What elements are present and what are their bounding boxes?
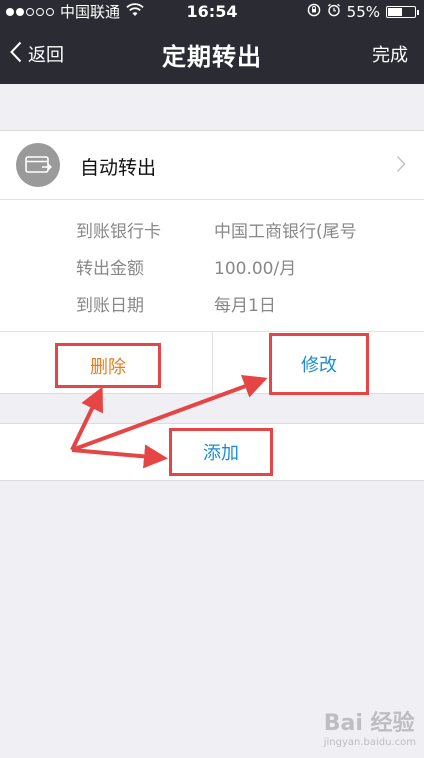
- detail-row-date: 到账日期 每月1日: [0, 283, 424, 319]
- chevron-right-icon: [396, 155, 406, 177]
- transfer-icon: [16, 143, 60, 187]
- watermark-url: jingyan.baidu.com: [323, 737, 416, 748]
- auto-transfer-title: 自动转出: [80, 157, 157, 179]
- top-bar: 中国联通 16:54 55% 返回 定期转出 完成: [0, 0, 424, 84]
- status-bar: 中国联通 16:54 55%: [0, 0, 424, 24]
- baidu-watermark: Bai 经验 jingyan.baidu.com: [324, 705, 416, 748]
- status-right: 55%: [307, 0, 419, 24]
- detail-value: 每月1日: [214, 296, 276, 316]
- detail-label: 到账银行卡: [76, 222, 161, 242]
- detail-value: 中国工商银行(尾号: [214, 222, 357, 242]
- detail-label: 到账日期: [76, 296, 144, 316]
- battery-percent: 55%: [346, 3, 380, 21]
- battery-level: [388, 8, 402, 16]
- transfer-actions: 删除 修改: [0, 331, 424, 395]
- delete-button[interactable]: 删除: [55, 343, 161, 388]
- add-button[interactable]: 添加: [169, 428, 273, 476]
- action-divider: [212, 332, 213, 395]
- alarm-icon: [327, 0, 341, 24]
- page-title: 定期转出: [162, 43, 262, 71]
- transfer-card: 自动转出 到账银行卡 中国工商银行(尾号 转出金额 100.00/月 到账日期 …: [0, 130, 424, 395]
- battery-icon: [386, 6, 419, 18]
- screen: 中国联通 16:54 55% 返回 定期转出 完成 自动转出 到账银行卡 中国工…: [0, 0, 424, 758]
- done-button[interactable]: 完成: [372, 41, 408, 67]
- auto-transfer-header[interactable]: 自动转出: [0, 131, 424, 200]
- modify-button[interactable]: 修改: [269, 333, 369, 395]
- detail-row-amount: 转出金额 100.00/月: [0, 246, 424, 282]
- transfer-details: 到账银行卡 中国工商银行(尾号 转出金额 100.00/月 到账日期 每月1日: [0, 199, 424, 331]
- detail-row-bank-card: 到账银行卡 中国工商银行(尾号: [0, 209, 424, 245]
- detail-value: 100.00/月: [214, 259, 297, 279]
- detail-label: 转出金额: [76, 259, 144, 279]
- add-row: 添加: [0, 423, 424, 481]
- rotation-lock-icon: [307, 0, 321, 24]
- nav-bar: 返回 定期转出 完成: [0, 24, 424, 84]
- watermark-brand: Bai 经验: [323, 711, 415, 736]
